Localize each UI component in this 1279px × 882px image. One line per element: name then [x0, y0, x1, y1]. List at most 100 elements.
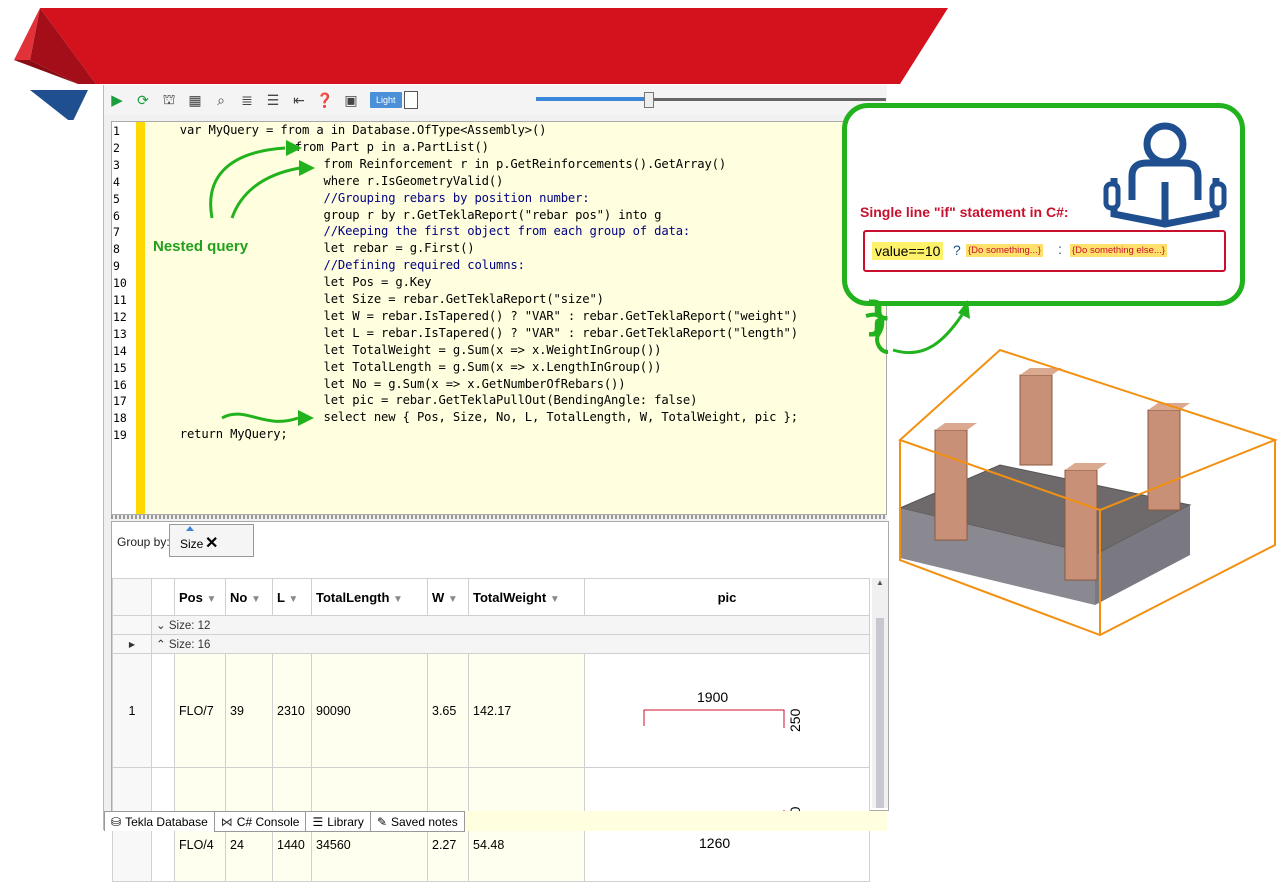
code-line[interactable]: let TotalWeight = g.Sum(x => x.WeightInG… [151, 343, 662, 357]
code-line[interactable]: from Reinforcement r in p.GetReinforceme… [151, 157, 727, 171]
code-line[interactable]: //Grouping rebars by position number: [151, 191, 590, 205]
if-statement-callout: Single line "if" statement in C#: value=… [842, 103, 1245, 306]
line-number: 14 [113, 343, 127, 358]
query-tool-window: ▶ ⟳ ⛫ ▦ ⌕ ≣ ☰ ⇤ ❓ ▣ Light 1 2 3 4 5 6 7 8 9 10 11 1… [103, 85, 889, 882]
else-part: {Do something else...} [1070, 244, 1167, 257]
group-chip-label: Size [180, 537, 204, 551]
row-header: ▶ [112, 634, 152, 654]
play-icon[interactable]: ▶ [104, 88, 130, 112]
line-number: 7 [113, 225, 120, 240]
line-number: 16 [113, 377, 127, 392]
theme-button[interactable]: Light [370, 92, 402, 108]
search-replace-icon[interactable]: ⌕ [208, 88, 234, 112]
dim-length: 1260 [699, 835, 730, 851]
code-line[interactable]: let W = rebar.IsTapered() ? "VAR" : reba… [151, 309, 799, 323]
column-header-totalweight[interactable]: TotalWeight ▼ [468, 578, 585, 616]
database-icon: ⛁ [111, 814, 122, 829]
line-number: 11 [113, 293, 127, 307]
code-line[interactable]: let Size = rebar.GetTeklaReport("size") [151, 292, 604, 306]
database-icon[interactable]: ▦ [182, 88, 208, 112]
cell-pos[interactable]: FLO/7 [174, 653, 226, 768]
line-number: 10 [113, 276, 127, 291]
callout-title: Single line "if" statement in C#: [860, 204, 1069, 220]
splitter[interactable] [111, 515, 885, 519]
line-number: 9 [113, 259, 120, 274]
nested-query-annotation: Nested query [153, 238, 249, 255]
reader-icon [1103, 122, 1227, 228]
vertical-scrollbar[interactable]: ▲ [872, 578, 888, 808]
row-header [112, 615, 152, 635]
corner-cell [112, 578, 152, 616]
slider-thumb[interactable] [644, 92, 654, 108]
assembly-icon[interactable]: ⛫ [156, 88, 182, 112]
cell-w[interactable]: 3.65 [427, 653, 469, 768]
line-number: 2 [113, 140, 120, 155]
column-header-pos[interactable]: Pos ▼ [174, 578, 226, 616]
line-number: 13 [113, 326, 127, 341]
tab-saved-notes[interactable]: ✎ Saved notes [369, 811, 465, 832]
code-line[interactable]: let Pos = g.Key [151, 275, 432, 289]
line-number: 4 [113, 174, 120, 189]
code-line[interactable]: //Defining required columns: [151, 258, 525, 272]
vs-icon: ⋈ [220, 814, 233, 829]
line-number: 1 [113, 124, 120, 138]
colon: : [1058, 241, 1062, 257]
line-number: 15 [113, 360, 127, 375]
code-line[interactable]: let L = rebar.IsTapered() ? "VAR" : reba… [151, 326, 799, 340]
code-line[interactable]: //Keeping the first object from each gro… [151, 224, 691, 238]
code-line[interactable]: let TotalLength = g.Sum(x => x.LengthInG… [151, 360, 662, 374]
column-header-no[interactable]: No ▼ [225, 578, 273, 616]
cell-no[interactable]: 39 [225, 653, 273, 768]
cell-pic[interactable]: 1900 250 [584, 653, 870, 768]
close-icon[interactable]: ✕ [205, 533, 218, 553]
group-indent-header [151, 578, 175, 616]
code-line[interactable]: let pic = rebar.GetTeklaPullOut(BendingA… [151, 393, 698, 407]
data-table: Pos ▼ No ▼ L ▼ TotalLength ▼ W ▼ TotalWe… [112, 578, 870, 882]
line-number: 3 [113, 157, 120, 172]
line-number: 5 [113, 191, 120, 206]
line-number: 6 [113, 208, 120, 223]
change-bar [136, 122, 145, 514]
help-icon[interactable]: ❓ [312, 88, 338, 112]
group-row-size-12[interactable]: ⌄ Size: 12 [151, 615, 870, 635]
code-line[interactable]: select new { Pos, Size, No, L, TotalLeng… [151, 410, 799, 424]
format-icon[interactable]: ≣ [234, 88, 260, 112]
line-number: 8 [113, 242, 120, 257]
line-number: 18 [113, 411, 127, 426]
column-header-pic[interactable]: pic [584, 578, 870, 616]
question-mark: ? [953, 242, 961, 258]
toolbar: ▶ ⟳ ⛫ ▦ ⌕ ≣ ☰ ⇤ ❓ ▣ Light [104, 85, 887, 115]
uncomment-icon[interactable]: ⇤ [286, 88, 312, 112]
column-header-l[interactable]: L ▼ [272, 578, 312, 616]
code-line[interactable]: from Part p in a.PartList() [151, 140, 489, 154]
line-number: 12 [113, 309, 127, 324]
tab-tekla-database[interactable]: ⛁ Tekla Database [104, 811, 215, 831]
comment-icon[interactable]: ☰ [260, 88, 286, 112]
dim-leg: 250 [787, 708, 803, 732]
code-line[interactable]: group r by r.GetTeklaReport("rebar pos")… [151, 208, 662, 222]
code-line[interactable]: let No = g.Sum(x => x.GetNumberOfRebars(… [151, 377, 626, 391]
footing-illustration [898, 348, 1278, 637]
tab-csharp-console[interactable]: ⋈ C# Console [213, 811, 307, 832]
panel-icon[interactable]: ▣ [338, 88, 364, 112]
tab-library[interactable]: ☰ Library [305, 811, 371, 832]
code-editor[interactable]: 1 2 3 4 5 6 7 8 9 10 11 12 13 14 15 16 17 18 19 var MyQuer… [111, 121, 887, 515]
line-number: 19 [113, 428, 127, 443]
cell-totalweight[interactable]: 142.17 [468, 653, 585, 768]
cell-l[interactable]: 2310 [272, 653, 312, 768]
then-part: {Do something...} [966, 244, 1043, 257]
column-header-w[interactable]: W ▼ [427, 578, 469, 616]
rebar-shape-drawing: 1900 250 [643, 689, 803, 732]
code-line[interactable]: var MyQuery = from a in Database.OfType<… [151, 123, 547, 137]
theme-toggle[interactable] [403, 91, 418, 109]
cell-totallength[interactable]: 90090 [311, 653, 428, 768]
scrollbar-thumb[interactable] [876, 618, 884, 808]
condition-text: value==10 [872, 242, 944, 260]
code-line[interactable]: where r.IsGeometryValid() [151, 174, 504, 188]
refresh-icon[interactable]: ⟳ [130, 88, 156, 112]
column-header-totallength[interactable]: TotalLength ▼ [311, 578, 428, 616]
zoom-slider[interactable] [536, 92, 886, 108]
code-line[interactable]: return MyQuery; [151, 427, 288, 441]
group-chip-size[interactable]: Size ✕ [169, 524, 254, 557]
group-row-size-16[interactable]: ⌃ Size: 16 [151, 634, 870, 654]
